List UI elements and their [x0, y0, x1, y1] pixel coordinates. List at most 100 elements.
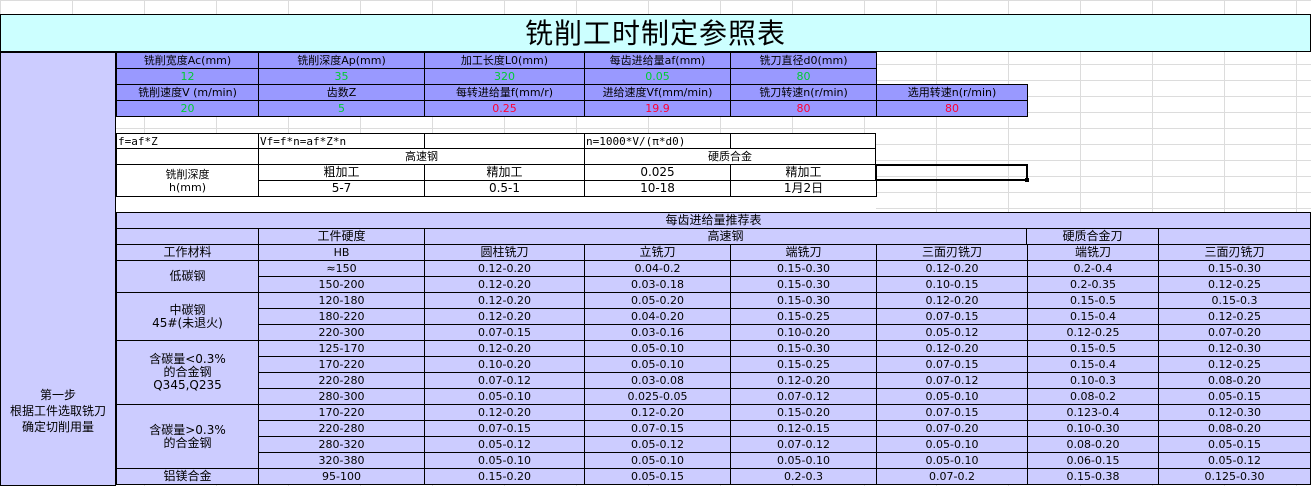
param-value[interactable]: 80	[730, 68, 877, 85]
feed-value[interactable]: 0.10-0.20	[730, 324, 877, 341]
step-cell[interactable]: 第一步 根据工件选取铣刀 确定切削用量	[0, 52, 116, 486]
feed-header-blank[interactable]	[1158, 228, 1311, 245]
param-value[interactable]: 80	[730, 100, 877, 117]
hardness-cell[interactable]: ≈150	[258, 260, 425, 277]
feed-value[interactable]: 0.12-0.25	[1027, 324, 1159, 341]
feed-value[interactable]: 0.07-0.15	[424, 324, 585, 341]
feed-value[interactable]: 0.05-0.20	[584, 292, 731, 309]
formula-feed-speed[interactable]: Vf=f*n=af*Z*n	[258, 133, 425, 149]
param-value[interactable]: 12	[116, 68, 259, 85]
hardness-cell[interactable]: 170-220	[258, 356, 425, 373]
feed-value[interactable]: 0.12-0.20	[876, 340, 1028, 357]
feed-value[interactable]: 0.15-0.5	[1027, 340, 1159, 357]
feed-value[interactable]: 0.15-0.3	[1158, 292, 1311, 309]
material-cell[interactable]: 低碳钢	[116, 260, 259, 293]
feed-value[interactable]: 0.07-0.15	[424, 420, 585, 437]
param-value[interactable]: 0.25	[424, 100, 585, 117]
param-label[interactable]: 铣刀直径d0(mm)	[730, 52, 877, 69]
hardness-cell[interactable]: 170-220	[258, 404, 425, 421]
param-value[interactable]: 19.9	[584, 100, 731, 117]
cutter-header[interactable]: 立铣刀	[584, 244, 731, 261]
feed-value[interactable]: 0.07-0.20	[876, 420, 1028, 437]
material-cell[interactable]: 中碳钢 45#(未退火)	[116, 292, 259, 341]
depth-head[interactable]: 粗加工	[258, 164, 425, 181]
param-label[interactable]: 进给速度Vf(mm/min)	[584, 84, 731, 101]
feed-value[interactable]: 0.2-0.3	[730, 468, 877, 485]
feed-value[interactable]: 0.05-0.10	[584, 340, 731, 357]
feed-value[interactable]: 0.15-0.30	[1158, 260, 1311, 277]
feed-value[interactable]: 0.06-0.15	[1027, 452, 1159, 469]
param-value[interactable]: 320	[424, 68, 585, 85]
feed-value[interactable]: 0.15-0.5	[1027, 292, 1159, 309]
hardness-cell[interactable]: 280-320	[258, 436, 425, 453]
feed-value[interactable]: 0.10-0.15	[876, 276, 1028, 293]
feed-value[interactable]: 0.15-0.30	[730, 260, 877, 277]
feed-value[interactable]: 0.08-0.20	[1158, 372, 1311, 389]
feed-value[interactable]: 0.15-0.4	[1027, 356, 1159, 373]
feed-table-title[interactable]: 每齿进给量推荐表	[116, 212, 1311, 229]
feed-value[interactable]: 0.07-0.12	[424, 372, 585, 389]
hardness-cell[interactable]: 95-100	[258, 468, 425, 485]
param-label[interactable]: 加工长度L0(mm)	[424, 52, 585, 69]
feed-value[interactable]: 0.07-0.2	[876, 468, 1028, 485]
param-value[interactable]: 5	[258, 100, 425, 117]
feed-value[interactable]: 0.15-0.25	[730, 308, 877, 325]
feed-value[interactable]: 0.05-0.12	[584, 436, 731, 453]
feed-value[interactable]: 0.10-0.30	[1027, 420, 1159, 437]
feed-value[interactable]: 0.05-0.10	[730, 452, 877, 469]
feed-value[interactable]: 0.08-0.20	[1027, 436, 1159, 453]
feed-value[interactable]: 0.03-0.08	[584, 372, 731, 389]
param-label[interactable]: 铣削速度V (m/min)	[116, 84, 259, 101]
hardness-cell[interactable]: 180-220	[258, 308, 425, 325]
param-value[interactable]: 20	[116, 100, 259, 117]
selected-cell[interactable]	[875, 164, 1028, 181]
depth-head[interactable]: 0.025	[584, 164, 731, 181]
feed-value[interactable]: 0.07-0.15	[584, 420, 731, 437]
param-label[interactable]: 每转进给量f(mm/r)	[424, 84, 585, 101]
feed-value[interactable]: 0.12-0.20	[876, 292, 1028, 309]
param-value[interactable]: 0.05	[584, 68, 731, 85]
hardness-cell[interactable]: 125-170	[258, 340, 425, 357]
feed-value[interactable]: 0.12-0.30	[1158, 340, 1311, 357]
cutter-header[interactable]: 三面刃铣刀	[1158, 244, 1311, 261]
formula-empty-cell[interactable]	[730, 133, 876, 149]
feed-value[interactable]: 0.12-0.15	[730, 420, 877, 437]
cutter-header[interactable]: 三面刃铣刀	[876, 244, 1028, 261]
feed-value[interactable]: 0.15-0.38	[1027, 468, 1159, 485]
feed-value[interactable]: 0.07-0.15	[876, 356, 1028, 373]
formula-spindle-speed[interactable]: n=1000*V/(π*d0)	[584, 133, 731, 149]
feed-value[interactable]: 0.05-0.15	[1158, 436, 1311, 453]
feed-value[interactable]: 0.05-0.12	[424, 436, 585, 453]
depth-value[interactable]: 10-18	[584, 180, 731, 197]
feed-value[interactable]: 0.05-0.10	[584, 356, 731, 373]
feed-value[interactable]: 0.12-0.25	[1158, 356, 1311, 373]
feed-value[interactable]: 0.12-0.25	[1158, 308, 1311, 325]
depth-value[interactable]: 0.5-1	[424, 180, 585, 197]
formula-empty-cell[interactable]	[424, 133, 585, 149]
param-value[interactable]: 35	[258, 68, 425, 85]
feed-value[interactable]: 0.12-0.20	[584, 404, 731, 421]
feed-value[interactable]: 0.05-0.15	[1158, 388, 1311, 405]
feed-header-blank[interactable]	[116, 228, 259, 245]
hardness-cell[interactable]: 220-300	[258, 324, 425, 341]
hardness-cell[interactable]: 280-300	[258, 388, 425, 405]
feed-value[interactable]: 0.04-0.20	[584, 308, 731, 325]
material-cell[interactable]: 含碳量<0.3% 的合金钢 Q345,Q235	[116, 340, 259, 405]
material-cell[interactable]: 铝镁合金	[116, 468, 259, 485]
feed-value[interactable]: 0.123-0.4	[1027, 404, 1159, 421]
feed-value[interactable]: 0.05-0.10	[584, 452, 731, 469]
feed-value[interactable]: 0.07-0.15	[876, 404, 1028, 421]
hardness-cell[interactable]: 220-280	[258, 372, 425, 389]
material-cell[interactable]: 含碳量>0.3% 的合金钢	[116, 404, 259, 469]
feed-value[interactable]: 0.07-0.12	[730, 436, 877, 453]
hardness-cell[interactable]: 120-180	[258, 292, 425, 309]
feed-value[interactable]: 0.05-0.10	[424, 452, 585, 469]
feed-value[interactable]: 0.07-0.15	[876, 308, 1028, 325]
depth-value[interactable]: 5-7	[258, 180, 425, 197]
feed-value[interactable]: 0.12-0.20	[424, 260, 585, 277]
feed-value[interactable]: 0.15-0.4	[1027, 308, 1159, 325]
fill-handle[interactable]	[1025, 178, 1029, 182]
feed-value[interactable]: 0.05-0.12	[876, 324, 1028, 341]
feed-value[interactable]: 0.10-0.20	[424, 356, 585, 373]
feed-value[interactable]: 0.12-0.20	[730, 372, 877, 389]
